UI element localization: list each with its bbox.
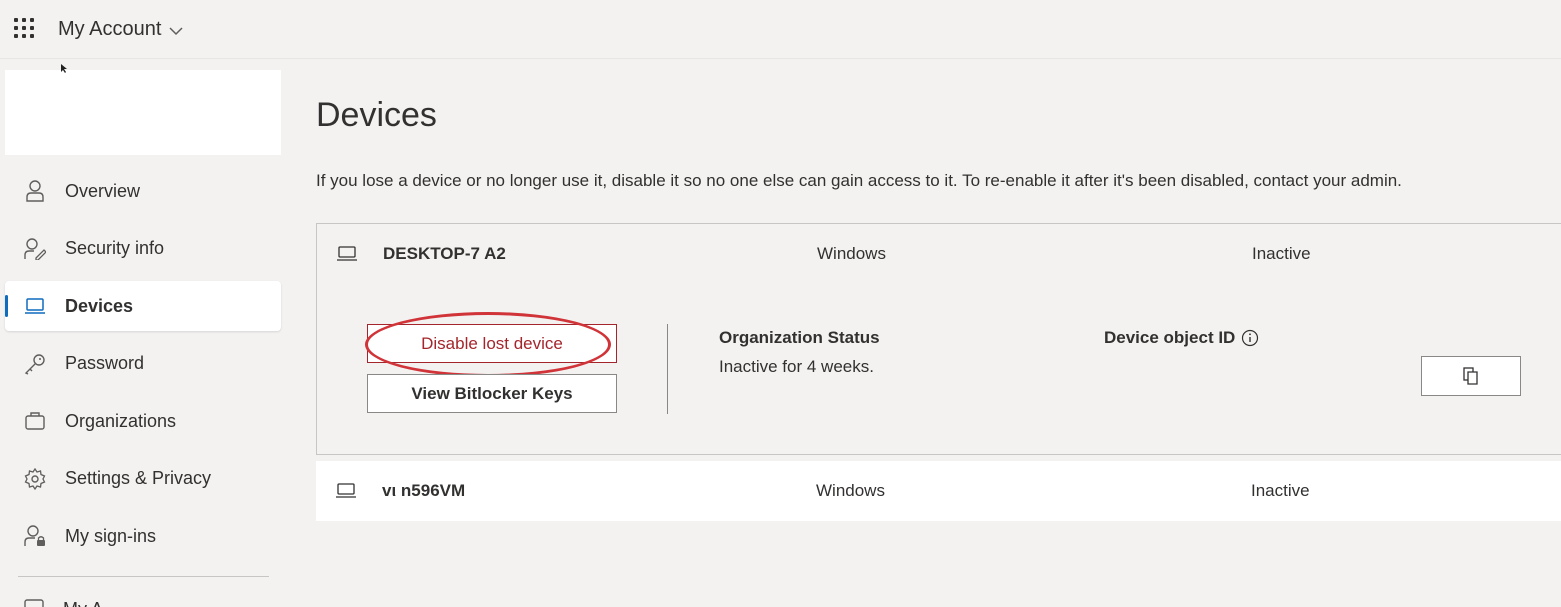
mouse-cursor-icon: [61, 64, 67, 73]
copy-object-id-button[interactable]: [1421, 356, 1521, 396]
view-bitlocker-keys-button[interactable]: View Bitlocker Keys: [367, 374, 617, 413]
device-status: Inactive: [1252, 244, 1311, 263]
sidebar-item-label: Devices: [65, 295, 134, 316]
vertical-divider: [667, 324, 668, 414]
device-name: DESKTOP-7 A2: [383, 244, 506, 263]
apps-icon: [24, 599, 44, 607]
copy-icon: [1463, 367, 1478, 385]
chevron-down-icon: [169, 26, 183, 35]
device-object-id-label: Device object ID: [1104, 328, 1259, 348]
organization-status-label: Organization Status: [719, 328, 880, 347]
sidebar-item-label: Organizations: [65, 410, 177, 431]
page-title: Devices: [316, 96, 437, 134]
sidebar-item-label: My sign-ins: [65, 525, 157, 546]
person-icon: [23, 179, 47, 203]
sidebar-nav: Overview Security info Devices Password …: [5, 166, 281, 569]
sidebar-item-label: My A: [63, 599, 103, 607]
sidebar-item-devices[interactable]: Devices: [5, 281, 281, 331]
organization-status-value: Inactive for 4 weeks.: [719, 357, 874, 376]
profile-card: [5, 70, 281, 155]
briefcase-icon: [23, 409, 47, 433]
app-title-dropdown[interactable]: My Account: [58, 18, 183, 41]
person-lock-icon: [23, 524, 47, 548]
sidebar-item-organizations[interactable]: Organizations: [5, 396, 281, 446]
disable-lost-device-button[interactable]: Disable lost device: [367, 324, 617, 363]
device-header-row[interactable]: DESKTOP-7 A2 Windows Inactive: [317, 224, 1561, 284]
key-icon: [23, 352, 47, 376]
sidebar-item-my-sign-ins[interactable]: My sign-ins: [5, 511, 281, 561]
app-launcher-icon[interactable]: [14, 18, 34, 38]
gear-icon: [23, 467, 47, 491]
laptop-icon: [336, 483, 356, 498]
sidebar-item-label: Security info: [65, 238, 165, 258]
sidebar-item-label: Password: [65, 353, 145, 373]
device-name: vι n596VM: [382, 481, 466, 500]
sidebar-item-overview[interactable]: Overview: [5, 166, 281, 216]
page-description: If you lose a device or no longer use it…: [316, 171, 1402, 190]
device-os: Windows: [817, 244, 886, 263]
app-title: My Account: [58, 18, 162, 40]
sidebar-item-label: Settings & Privacy: [65, 468, 212, 488]
sidebar-item-security-info[interactable]: Security info: [5, 224, 281, 274]
sidebar-item-label: Overview: [65, 180, 141, 201]
person-edit-icon: [23, 237, 47, 261]
device-row[interactable]: vι n596VM Windows Inactive: [316, 461, 1561, 521]
sidebar-item-settings-privacy[interactable]: Settings & Privacy: [5, 454, 281, 504]
device-card-expanded: DESKTOP-7 A2 Windows Inactive Disable lo…: [316, 223, 1561, 455]
laptop-icon: [23, 294, 47, 318]
device-object-id-text: Device object ID: [1104, 328, 1236, 347]
top-bar: My Account: [0, 0, 1561, 59]
device-os: Windows: [816, 481, 885, 500]
info-icon[interactable]: [1241, 329, 1259, 347]
device-status: Inactive: [1251, 481, 1310, 500]
sidebar-item-partial[interactable]: My A: [23, 598, 103, 607]
laptop-icon: [337, 246, 357, 261]
sidebar-divider: [18, 576, 269, 577]
sidebar-item-password[interactable]: Password: [5, 339, 281, 389]
